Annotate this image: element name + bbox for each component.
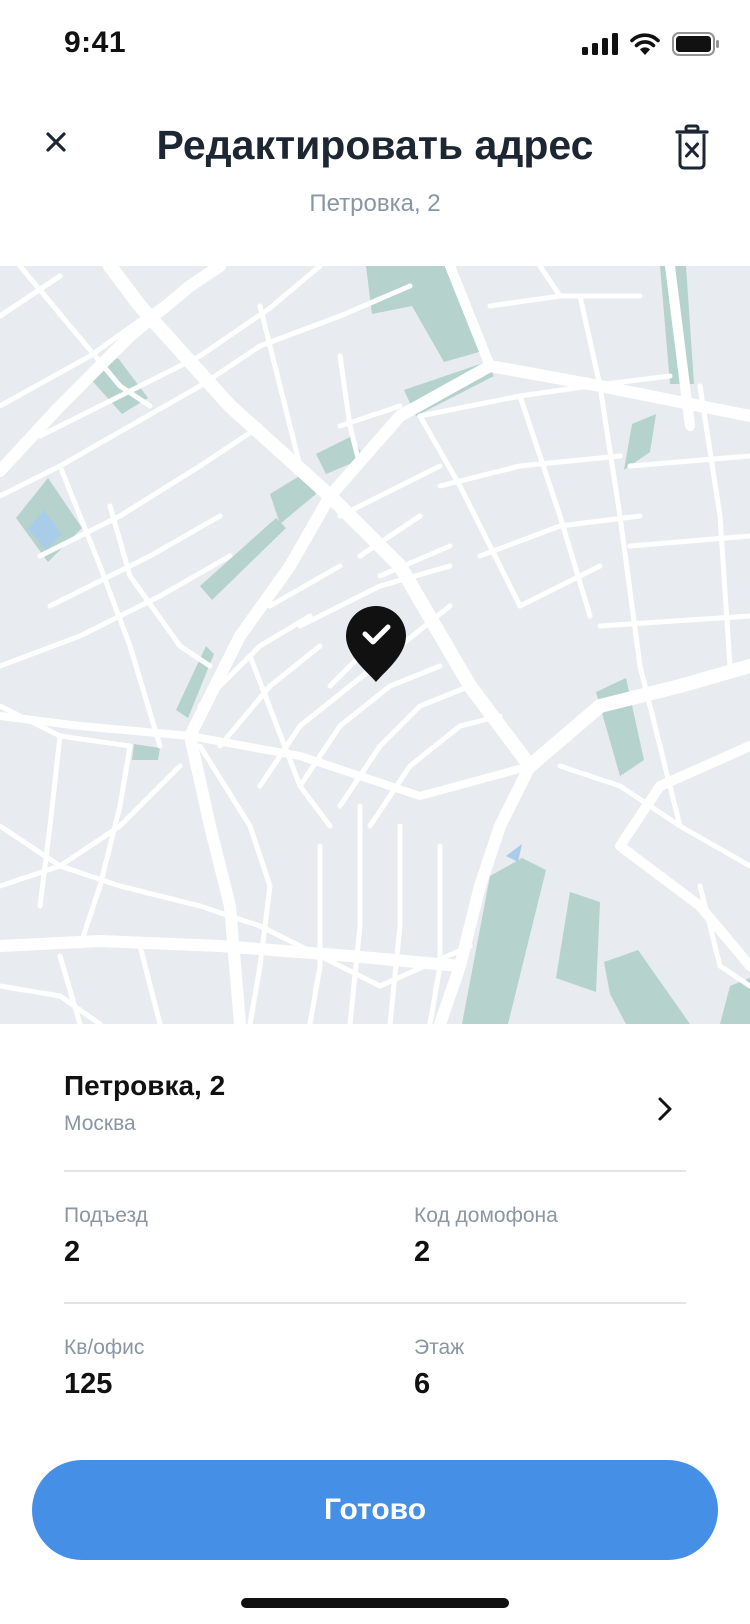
- entrance-field[interactable]: Подъезд 2: [64, 1204, 364, 1269]
- intercom-label: Код домофона: [414, 1204, 558, 1227]
- status-time: 9:41: [64, 26, 127, 59]
- page-title: Редактировать адрес: [156, 122, 594, 168]
- floor-value[interactable]: 6: [414, 1368, 714, 1401]
- trash-icon: [675, 124, 709, 170]
- battery-icon: [672, 32, 719, 56]
- home-indicator: [241, 1598, 509, 1608]
- wifi-icon: [630, 33, 660, 55]
- apartment-value[interactable]: 125: [64, 1368, 364, 1401]
- divider: [64, 1170, 686, 1172]
- status-bar: 9:41: [0, 0, 750, 88]
- floor-field[interactable]: Этаж 6: [414, 1336, 714, 1401]
- page-subtitle: Петровка, 2: [309, 190, 441, 217]
- apartment-field[interactable]: Кв/офис 125: [64, 1336, 364, 1401]
- address-row[interactable]: Петровка, 2 Москва: [0, 1024, 750, 1170]
- map-view[interactable]: [0, 266, 750, 1024]
- header: Редактировать адрес Петровка, 2: [0, 88, 750, 264]
- status-icons: [582, 32, 720, 56]
- floor-label: Этаж: [414, 1336, 465, 1359]
- map-canvas[interactable]: [0, 266, 750, 1024]
- apartment-label: Кв/офис: [64, 1336, 145, 1359]
- entrance-value[interactable]: 2: [64, 1236, 364, 1269]
- address-city: Москва: [64, 1112, 136, 1135]
- chevron-right-icon: [658, 1097, 672, 1121]
- done-button[interactable]: Готово: [32, 1460, 718, 1560]
- address-street: Петровка, 2: [64, 1070, 226, 1101]
- entrance-label: Подъезд: [64, 1204, 148, 1227]
- intercom-value[interactable]: 2: [414, 1236, 714, 1269]
- divider: [64, 1302, 686, 1304]
- delete-address-button[interactable]: [672, 124, 712, 170]
- cellular-signal-icon: [582, 33, 618, 55]
- intercom-field[interactable]: Код домофона 2: [414, 1204, 714, 1269]
